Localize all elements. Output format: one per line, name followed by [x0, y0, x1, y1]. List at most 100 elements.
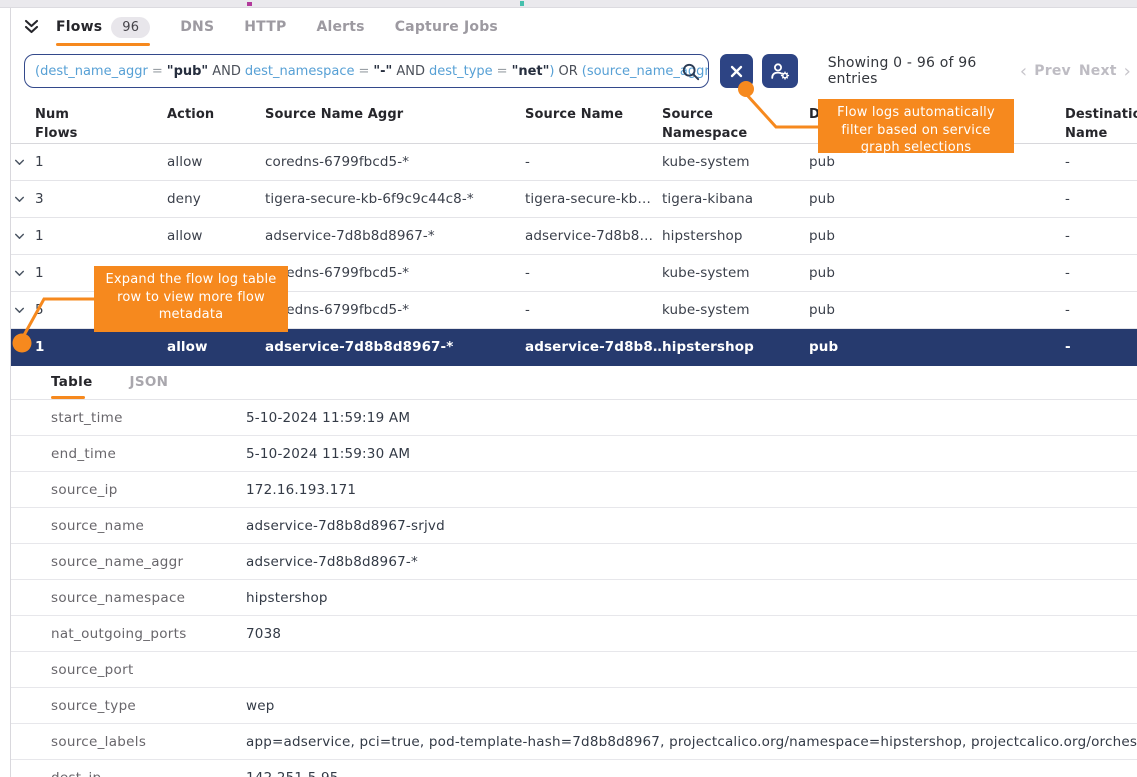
next-button[interactable]: Next — [1075, 63, 1121, 79]
detail-tab-list: Table JSON — [11, 366, 1137, 400]
tab-alerts[interactable]: Alerts — [316, 8, 364, 46]
cell: 3 — [35, 191, 167, 207]
tab-flows[interactable]: Flows96 — [56, 8, 150, 46]
filter-toolbar: (dest_name_aggr="pub"ANDdest_namespace="… — [11, 46, 1137, 96]
column-header-label: Destination Name — [1065, 105, 1137, 143]
clipped-graph-fragment — [247, 2, 252, 6]
table-row[interactable]: 1allowadservice-7d8b8d8967-*adservice-7d… — [11, 329, 1137, 366]
cell: - — [1065, 191, 1137, 207]
detail-row: source_name_aggradservice-7d8b8d8967-* — [11, 544, 1137, 580]
column-header: Source Name — [525, 96, 662, 143]
pager: ‹ Prev Next › — [1017, 61, 1134, 82]
detail-row: source_port — [11, 652, 1137, 688]
prev-chevron-icon[interactable]: ‹ — [1017, 61, 1030, 82]
search-icon[interactable] — [681, 62, 701, 86]
column-header-label: Source Name — [525, 105, 623, 124]
detail-row: source_ip172.16.193.171 — [11, 472, 1137, 508]
detail-value: wep — [246, 698, 1137, 714]
row-expand-chevron[interactable] — [11, 158, 35, 167]
log-type-tab-bar: Flows96 DNS HTTP Alerts Capture Jobs — [11, 8, 1137, 46]
cell: deny — [167, 191, 265, 207]
query-token: OR — [558, 64, 577, 79]
filter-query-input[interactable]: (dest_name_aggr="pub"ANDdest_namespace="… — [24, 54, 709, 88]
cell: 1 — [35, 228, 167, 244]
column-header: Action — [167, 96, 265, 143]
column-header: Num Flows — [35, 96, 167, 143]
header-spacer — [11, 96, 35, 143]
row-expand-chevron[interactable] — [11, 306, 35, 315]
detail-tab-json[interactable]: JSON — [130, 374, 169, 399]
cell: allow — [167, 228, 265, 244]
cell: pub — [809, 339, 1065, 355]
query-token: ) — [549, 64, 554, 79]
detail-value: 7038 — [246, 626, 1137, 642]
cell: pub — [809, 302, 1065, 318]
row-expand-chevron[interactable] — [11, 232, 35, 241]
detail-key: source_labels — [51, 734, 246, 750]
cell: adservice-7d8b8… — [525, 339, 662, 355]
cell: kube-system — [662, 154, 809, 170]
query-token: = — [497, 64, 508, 79]
cell: tigera-kibana — [662, 191, 809, 207]
chevron-down-icon — [14, 158, 25, 167]
column-header: Source Namespace — [662, 96, 809, 143]
detail-key: source_name_aggr — [51, 554, 246, 570]
tab-label: Flows — [56, 19, 102, 35]
top-clipped-strip — [0, 0, 1137, 8]
row-expand-chevron[interactable] — [11, 343, 35, 352]
detail-key: dest_ip — [51, 770, 246, 777]
detail-row: source_typewep — [11, 688, 1137, 724]
tab-list: Flows96 DNS HTTP Alerts Capture Jobs — [56, 8, 528, 46]
query-token: AND — [396, 64, 425, 79]
collapse-panel-button[interactable] — [23, 8, 40, 46]
row-expand-chevron[interactable] — [11, 269, 35, 278]
detail-key: source_name — [51, 518, 246, 534]
column-header: Source Name Aggr — [265, 96, 525, 143]
row-expand-chevron[interactable] — [11, 195, 35, 204]
detail-fields: start_time5-10-2024 11:59:19 AMend_time5… — [11, 400, 1137, 777]
column-header: Destination Name — [1065, 96, 1137, 143]
detail-value: 172.16.193.171 — [246, 482, 1137, 498]
cell: adservice-7d8b8d8967-* — [265, 228, 525, 244]
detail-row: source_namespacehipstershop — [11, 580, 1137, 616]
detail-key: nat_outgoing_ports — [51, 626, 246, 642]
table-row[interactable]: 3denytigera-secure-kb-6f9c9c44c8-*tigera… — [11, 181, 1137, 218]
column-header-label: Source Name Aggr — [265, 105, 403, 124]
tab-dns[interactable]: DNS — [180, 8, 214, 46]
cell: tigera-secure-kb… — [525, 191, 662, 207]
detail-value: adservice-7d8b8d8967-* — [246, 554, 1137, 570]
detail-row: start_time5-10-2024 11:59:19 AM — [11, 400, 1137, 436]
cell: 1 — [35, 339, 167, 355]
clear-filter-button[interactable] — [720, 54, 752, 88]
tab-capture-jobs[interactable]: Capture Jobs — [395, 8, 498, 46]
detail-key: source_port — [51, 662, 246, 678]
column-header-label: Source Namespace — [662, 105, 754, 143]
detail-key: end_time — [51, 446, 246, 462]
next-chevron-icon[interactable]: › — [1121, 61, 1134, 82]
cell: hipstershop — [662, 339, 809, 355]
prev-button[interactable]: Prev — [1030, 63, 1075, 79]
query-token: "net" — [512, 64, 550, 79]
cell: kube-system — [662, 265, 809, 281]
user-settings-button[interactable] — [762, 54, 798, 88]
detail-key: source_ip — [51, 482, 246, 498]
cell: allow — [167, 154, 265, 170]
query-token: "pub" — [167, 64, 208, 79]
tab-label: Capture Jobs — [395, 19, 498, 35]
query-token: dest_type — [429, 64, 493, 79]
query-token: dest_name_aggr — [40, 64, 148, 79]
query-token: dest_namespace — [245, 64, 355, 79]
tab-http[interactable]: HTTP — [244, 8, 286, 46]
detail-tab-table[interactable]: Table — [51, 374, 93, 399]
cell: allow — [167, 339, 265, 355]
table-row[interactable]: 1allowadservice-7d8b8d8967-*adservice-7d… — [11, 218, 1137, 255]
cell: tigera-secure-kb-6f9c9c44c8-* — [265, 191, 525, 207]
cell: - — [525, 154, 662, 170]
query-token: = — [152, 64, 163, 79]
cell: - — [525, 302, 662, 318]
detail-row: source_nameadservice-7d8b8d8967-srjvd — [11, 508, 1137, 544]
close-icon — [730, 65, 743, 78]
double-chevron-down-icon — [23, 19, 40, 35]
flow-logs-panel: Flows96DNSHTTPAlertsCapture Jobs (dest_n… — [0, 0, 1137, 777]
user-gear-icon — [770, 62, 790, 80]
